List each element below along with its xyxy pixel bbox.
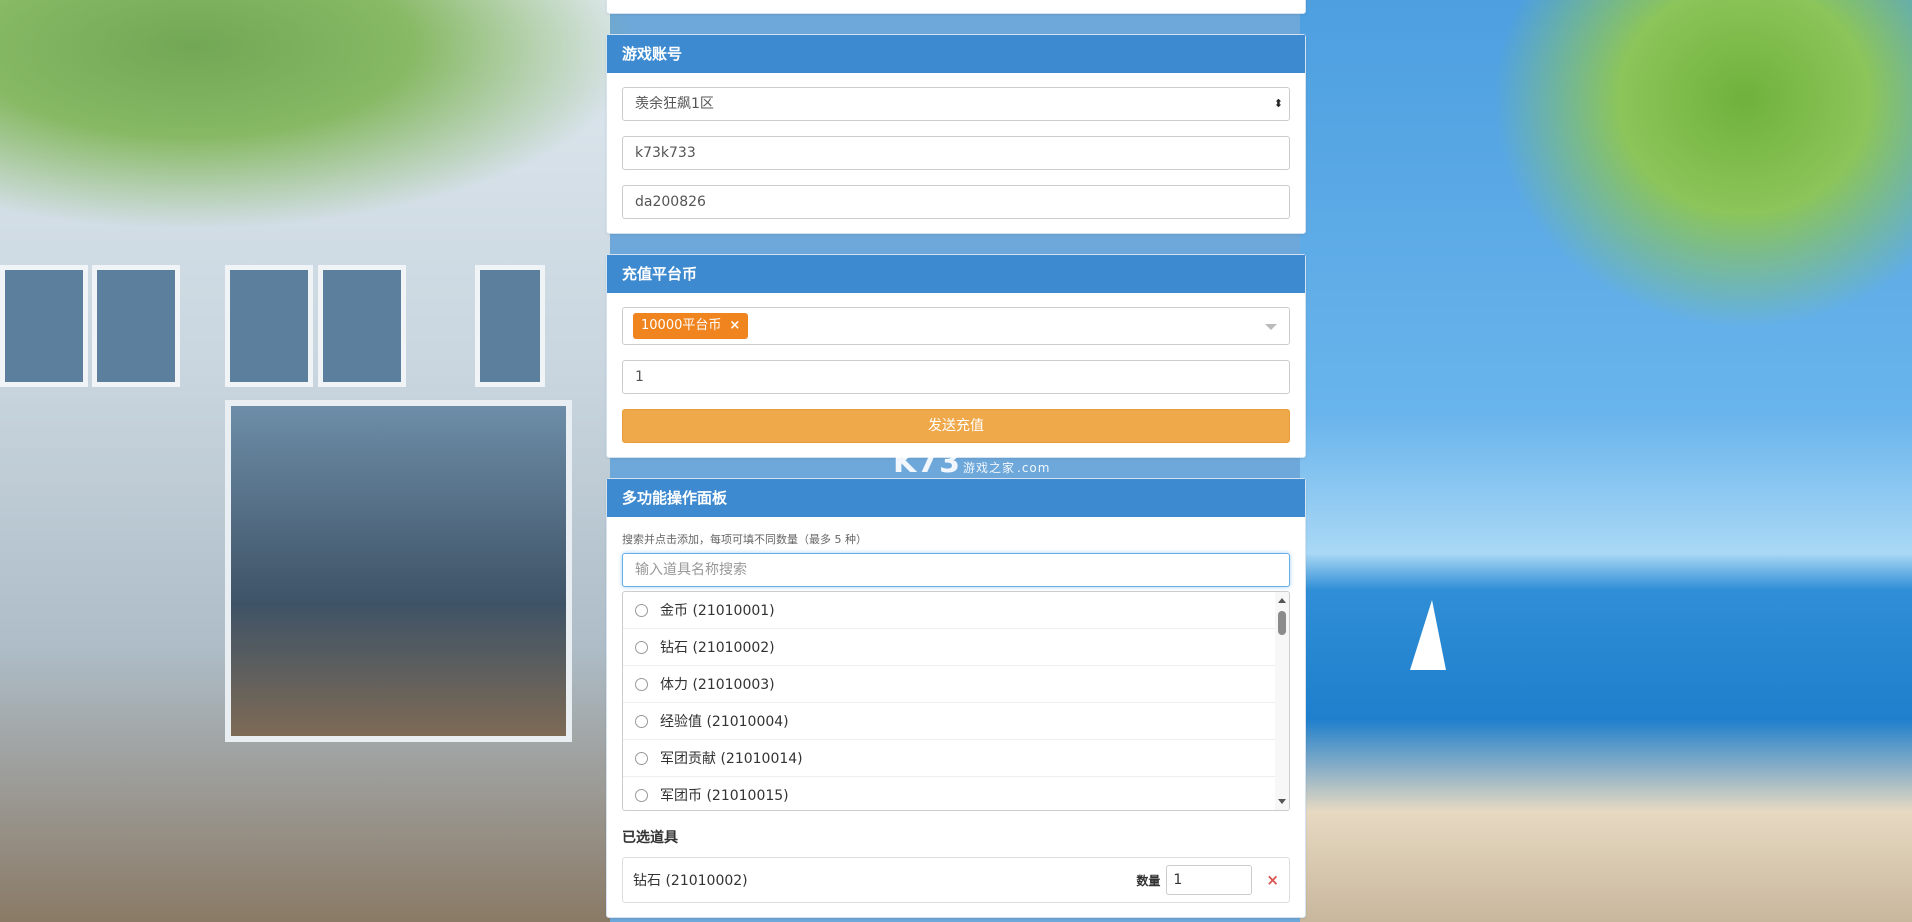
list-item-label: 经验值 (21010004) [660, 714, 789, 730]
sailboat [1410, 600, 1446, 670]
sea-tree [1492, 0, 1912, 330]
server-select-value: 羡余狂飙1区 [635, 96, 714, 112]
list-scrollbar[interactable] [1275, 592, 1289, 810]
cafe-window [0, 265, 88, 387]
game-account-title: 游戏账号 [607, 35, 1305, 73]
watermark-logo: K73 游戏之家 .com [893, 445, 1050, 480]
selected-item-row: 钻石 (21010002) 数量 1 × [622, 857, 1290, 903]
search-hint: 搜索并点击添加，每项可填不同数量（最多 5 种） [622, 533, 867, 546]
cafe-window [92, 265, 180, 387]
scroll-down-icon[interactable] [1278, 799, 1286, 804]
radio-icon[interactable] [635, 640, 648, 654]
scroll-up-icon[interactable] [1278, 598, 1286, 603]
cafe-window [225, 265, 313, 387]
scroll-thumb[interactable] [1278, 611, 1286, 635]
list-item-label: 钻石 (21010002) [660, 640, 775, 656]
list-item[interactable]: 钻石 (21010002) [623, 629, 1275, 666]
list-item-label: 体力 (21010003) [660, 677, 775, 693]
watermark-text: K73 [893, 445, 961, 480]
item-list[interactable]: 金币 (21010001) 钻石 (21010002) 体力 (21010003… [622, 591, 1290, 811]
currency-tag-label: 10000平台币 [641, 318, 722, 333]
tree-leaves [0, 0, 640, 230]
recharge-title: 充值平台币 [607, 255, 1305, 293]
item-search-input[interactable]: 输入道具名称搜索 [622, 553, 1290, 587]
top-panel-edge [606, 0, 1306, 14]
list-item[interactable]: 体力 (21010003) [623, 666, 1275, 703]
game-account-panel: 游戏账号 羡余狂飙1区 ⬍ k73k733 da200826 [606, 34, 1306, 234]
list-item[interactable]: 军团贡献 (21010014) [623, 740, 1275, 777]
operation-panel: 多功能操作面板 搜索并点击添加，每项可填不同数量（最多 5 种） 输入道具名称搜… [606, 478, 1306, 918]
quantity-label: 数量 [1136, 873, 1161, 888]
select-arrows-icon: ⬍ [1273, 97, 1283, 110]
send-recharge-button[interactable]: 发送充值 [622, 409, 1290, 443]
recharge-panel: 充值平台币 10000平台币 × 1 发送充值 [606, 254, 1306, 458]
watermark-domain: .com [1017, 461, 1051, 475]
tag-remove-icon[interactable]: × [729, 313, 740, 339]
account-input[interactable]: k73k733 [622, 136, 1290, 170]
currency-tag: 10000平台币 × [633, 313, 749, 339]
list-item[interactable]: 金币 (21010001) [623, 592, 1275, 629]
watermark-sub: 游戏之家 [963, 461, 1016, 475]
cafe-window [318, 265, 406, 387]
server-select[interactable]: 羡余狂飙1区 ⬍ [622, 87, 1290, 121]
role-input[interactable]: da200826 [622, 185, 1290, 219]
list-item-label: 军团币 (21010015) [660, 788, 789, 804]
quantity-input[interactable]: 1 [1166, 865, 1253, 895]
list-item-label: 金币 (21010001) [660, 603, 775, 619]
radio-icon[interactable] [635, 714, 648, 728]
radio-icon[interactable] [635, 677, 648, 691]
cafe-shelves [225, 400, 572, 742]
radio-icon[interactable] [635, 603, 648, 617]
selected-item-name: 钻石 (21010002) [633, 873, 748, 889]
selected-items-title: 已选道具 [622, 830, 678, 846]
radio-icon[interactable] [635, 751, 648, 765]
cafe-window [475, 265, 545, 387]
list-item[interactable]: 军团币 (21010015) [623, 777, 1275, 810]
remove-item-icon[interactable]: × [1266, 871, 1279, 889]
list-item[interactable]: 经验值 (21010004) [623, 703, 1275, 740]
operation-panel-title: 多功能操作面板 [607, 479, 1305, 517]
amount-input[interactable]: 1 [622, 360, 1290, 394]
radio-icon[interactable] [635, 788, 648, 802]
dropdown-caret-icon[interactable] [1265, 324, 1277, 330]
list-item-label: 军团贡献 (21010014) [660, 751, 803, 767]
currency-multiselect[interactable]: 10000平台币 × [622, 307, 1290, 345]
